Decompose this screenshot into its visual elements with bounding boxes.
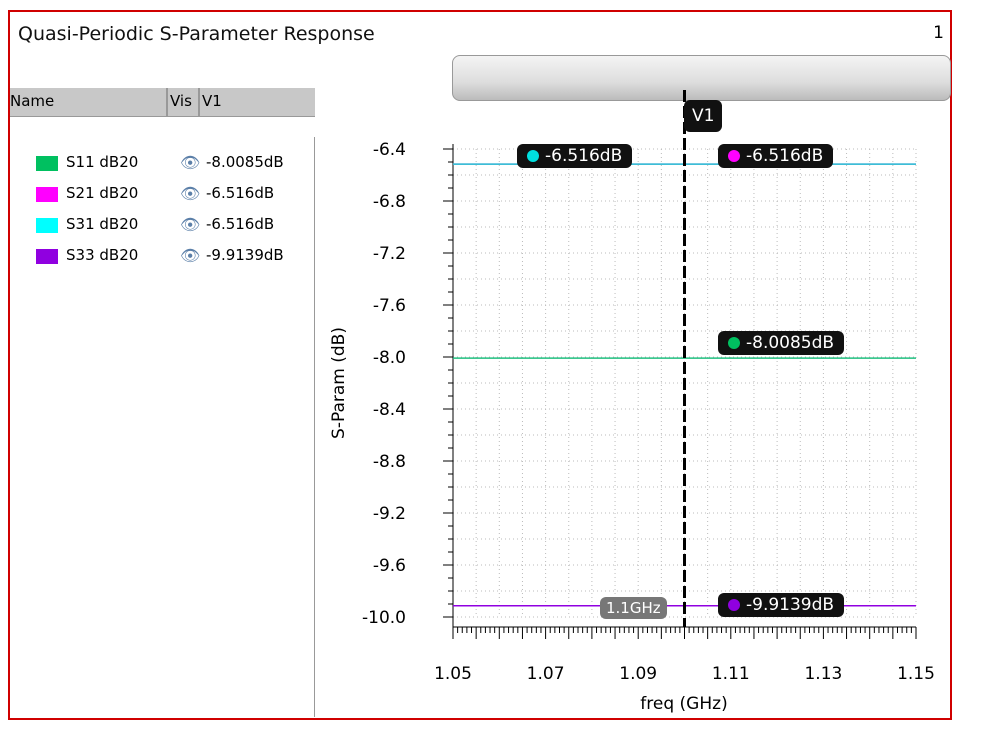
x-tick-label: 1.09: [619, 664, 657, 684]
cursor-x-label[interactable]: 1.1GHz: [600, 597, 667, 619]
y-tick-label: -9.6: [373, 556, 406, 576]
marker-value: -9.9139dB: [746, 595, 835, 615]
y-tick-label: -7.6: [373, 296, 406, 316]
marker-value: -6.516dB: [545, 146, 623, 166]
cursor-flag[interactable]: V1: [684, 100, 723, 132]
x-tick-label: 1.05: [434, 664, 472, 684]
x-tick-label: 1.07: [527, 664, 565, 684]
x-axis-label: freq (GHz): [640, 694, 727, 714]
y-tick-label: -7.2: [373, 244, 406, 264]
x-tick-label: 1.11: [712, 664, 750, 684]
y-tick-label: -6.4: [373, 140, 406, 160]
y-tick-label: -8.4: [373, 400, 406, 420]
marker-label[interactable]: -6.516dB: [517, 144, 633, 168]
cursor-x-value: 1.1GHz: [606, 599, 661, 617]
marker-dot-icon: [728, 599, 740, 611]
marker-label[interactable]: -6.516dB: [718, 144, 834, 168]
marker-value: -8.0085dB: [746, 333, 835, 353]
marker-dot-icon: [728, 150, 740, 162]
y-axis-label: S-Param (dB): [329, 327, 349, 439]
cursor-label: V1: [692, 106, 715, 126]
marker-value: -6.516dB: [746, 146, 824, 166]
y-tick-label: -9.2: [373, 504, 406, 524]
y-tick-label: -6.8: [373, 192, 406, 212]
marker-label[interactable]: -9.9139dB: [718, 593, 845, 617]
x-tick-label: 1.15: [897, 664, 935, 684]
y-tick-label: -10.0: [362, 608, 406, 628]
marker-dot-icon: [728, 337, 740, 349]
chart: -6.4 -6.8 -7.2 -7.6 -8.0 -8.4 -8.8 -9.2 -9.6 -10.…: [329, 90, 935, 714]
marker-label[interactable]: -8.0085dB: [718, 331, 845, 355]
y-tick-label: -8.8: [373, 452, 406, 472]
x-tick-label: 1.13: [804, 664, 842, 684]
y-tick-label: -8.0: [373, 348, 406, 368]
marker-dot-icon: [527, 150, 539, 162]
